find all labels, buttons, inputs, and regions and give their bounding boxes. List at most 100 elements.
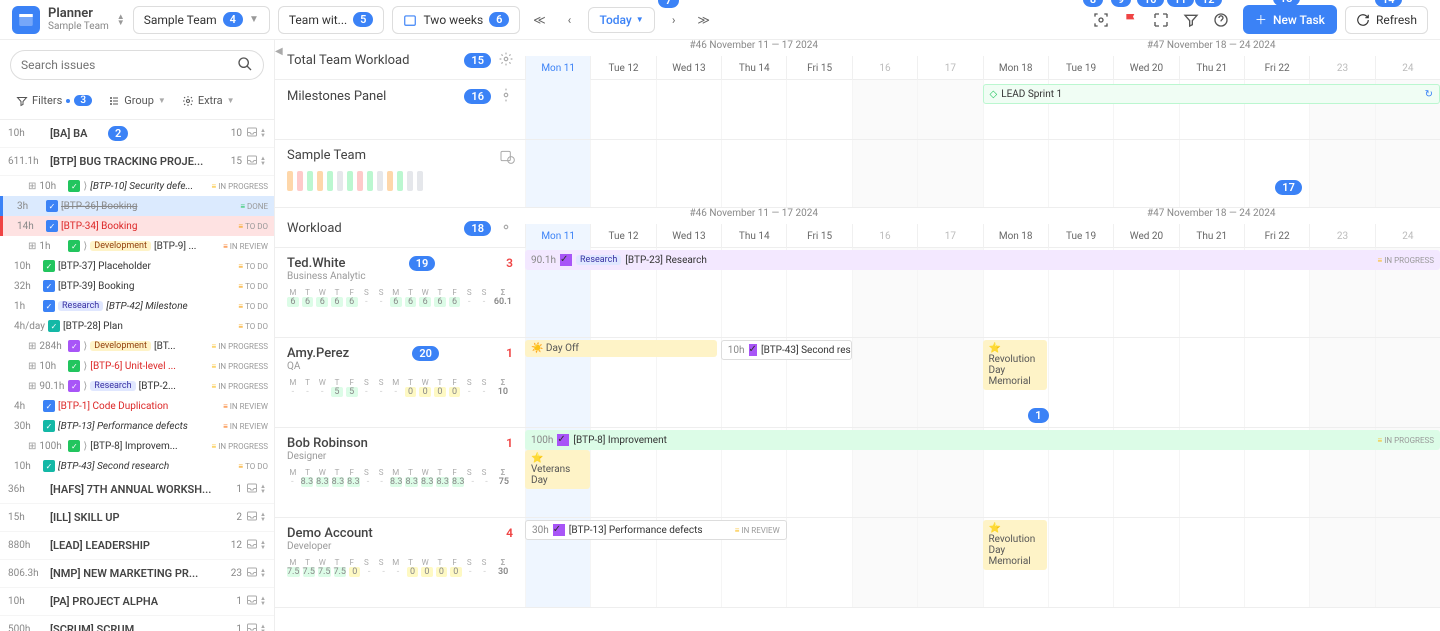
today-button[interactable]: Today ▼ bbox=[588, 7, 654, 33]
calendar-config-icon[interactable] bbox=[499, 148, 515, 167]
date-cell[interactable]: Wed 20 bbox=[1113, 224, 1178, 248]
date-cell[interactable]: 24 bbox=[1375, 56, 1440, 80]
gear-icon[interactable] bbox=[499, 88, 513, 105]
date-cell[interactable]: Tue 19 bbox=[1048, 56, 1113, 80]
nav-last[interactable]: ≫ bbox=[693, 9, 715, 31]
sort-icon[interactable]: ▲▼ bbox=[260, 597, 266, 605]
issue-item[interactable]: ⊞ 284h ✓ ⟩ Development [BT... ≡IN PROGRE… bbox=[0, 336, 274, 356]
date-cell[interactable]: 16 bbox=[852, 224, 917, 248]
nav-next[interactable]: › bbox=[663, 9, 685, 31]
date-cell[interactable]: Mon 11 bbox=[525, 56, 590, 80]
date-cell[interactable]: Tue 12 bbox=[590, 224, 655, 248]
issue-item[interactable]: ⊞ 10h ✓ ⟩ [BTP-6] Unit-level ... ≡IN PRO… bbox=[0, 356, 274, 376]
issue-item[interactable]: ⊞ 10h ✓ ⟩ [BTP-10] Security defe... ≡IN … bbox=[0, 176, 274, 196]
nav-first[interactable]: ≪ bbox=[528, 9, 550, 31]
date-cell[interactable]: Fri 15 bbox=[786, 224, 851, 248]
date-cell[interactable]: Thu 14 bbox=[721, 224, 786, 248]
sort-icon[interactable]: ▲▼ bbox=[260, 129, 266, 137]
calendar-event[interactable]: ⭐ Revolution Day Memorial bbox=[983, 520, 1048, 570]
milestone-bar[interactable]: ◇ LEAD Sprint 1 ↻ bbox=[983, 84, 1440, 104]
person-name[interactable]: Ted.White 19 bbox=[287, 256, 506, 271]
task-bar[interactable]: 30h ✓ [BTP-13] Performance defects ≡IN R… bbox=[525, 520, 787, 540]
calendar-event[interactable]: ⭐ Revolution Day Memorial bbox=[983, 340, 1048, 390]
calendar-event[interactable]: ⭐ Veterans Day bbox=[525, 450, 590, 489]
inbox-icon[interactable] bbox=[246, 594, 258, 609]
date-cell[interactable]: 17 bbox=[917, 224, 982, 248]
date-cell[interactable]: Thu 14 bbox=[721, 56, 786, 80]
project-item[interactable]: 500h [SCRUM] SCRUM 1 ▲▼ bbox=[0, 616, 274, 631]
app-switcher[interactable]: ▲▼ bbox=[117, 14, 125, 25]
sort-icon[interactable]: ▲▼ bbox=[260, 513, 266, 521]
calendar-event[interactable]: ☀️ Day Off bbox=[525, 340, 717, 357]
project-item[interactable]: 10h [BA] BA 10 ▲▼ 2 bbox=[0, 120, 274, 148]
issue-item[interactable]: 10h ✓ [BTP-43] Second research ≡TO DO bbox=[0, 456, 274, 476]
task-bar[interactable]: 10h ✓ [BTP-43] Second research ≡TO DO bbox=[721, 340, 852, 360]
project-item[interactable]: 806.3h [NMP] NEW MARKETING PR... 23 ▲▼ bbox=[0, 560, 274, 588]
date-cell[interactable]: Mon 11 bbox=[525, 224, 590, 248]
inbox-icon[interactable] bbox=[246, 622, 258, 631]
task-bar[interactable]: 100h ✓ [BTP-8] Improvement ≡IN PROGRESS bbox=[525, 430, 1440, 450]
sort-icon[interactable]: ▲▼ bbox=[260, 625, 266, 631]
project-item[interactable]: 611.1h [BTP] BUG TRACKING PROJE... 15 ▲▼ bbox=[0, 148, 274, 176]
project-item[interactable]: 36h [HAFS] 7TH ANNUAL WORKSH... 1 ▲▼ bbox=[0, 476, 274, 504]
date-cell[interactable]: 23 bbox=[1309, 56, 1374, 80]
issue-item[interactable]: ⊞ 90.1h ✓ ⟩ Research [BTP-2... ≡IN PROGR… bbox=[0, 376, 274, 396]
issue-item[interactable]: 4h/day ✓ [BTP-28] Plan ≡TO DO bbox=[0, 316, 274, 336]
issue-item[interactable]: 4h ✓ [BTP-1] Code Duplication ≡IN REVIEW bbox=[0, 396, 274, 416]
collapse-sidebar-handle[interactable]: ◀ bbox=[275, 46, 283, 57]
search-input[interactable] bbox=[21, 58, 237, 72]
date-cell[interactable]: Fri 15 bbox=[786, 56, 851, 80]
issue-item[interactable]: 3h ✓ [BTP-36] Booking ≡DONE bbox=[0, 196, 274, 216]
person-name[interactable]: Amy.Perez 20 bbox=[287, 346, 506, 361]
issue-item[interactable]: ⊞ 1h ✓ ⟩ Development [BTP-9] ... ≡IN REV… bbox=[0, 236, 274, 256]
project-item[interactable]: 15h [ILL] SKILL UP 2 ▲▼ bbox=[0, 504, 274, 532]
date-cell[interactable]: 16 bbox=[852, 56, 917, 80]
issue-item[interactable]: 32h ✓ [BTP-39] Booking ≡TO DO bbox=[0, 276, 274, 296]
nav-prev[interactable]: ‹ bbox=[558, 9, 580, 31]
date-cell[interactable]: Mon 18 bbox=[983, 224, 1048, 248]
group-chip[interactable]: Group ▼ bbox=[102, 90, 172, 111]
team-with-select[interactable]: Team wit... 5 bbox=[278, 6, 385, 34]
issue-item[interactable]: 30h ✓ [BTP-13] Performance defects ≡IN R… bbox=[0, 416, 274, 436]
inbox-icon[interactable] bbox=[246, 482, 258, 497]
issue-item[interactable]: 14h ✓ [BTP-34] Booking ≡TO DO bbox=[0, 216, 274, 236]
date-cell[interactable]: Thu 21 bbox=[1179, 56, 1244, 80]
person-name[interactable]: Bob Robinson bbox=[287, 436, 506, 451]
extra-chip[interactable]: Extra ▼ bbox=[176, 90, 241, 111]
scan-icon[interactable] bbox=[1087, 6, 1115, 34]
help-icon[interactable] bbox=[1207, 6, 1235, 34]
inbox-icon[interactable] bbox=[246, 566, 258, 581]
refresh-button[interactable]: Refresh bbox=[1345, 6, 1428, 34]
filter-icon[interactable] bbox=[1177, 6, 1205, 34]
project-item[interactable]: 880h [LEAD] LEADERSHIP 12 ▲▼ bbox=[0, 532, 274, 560]
date-cell[interactable]: Tue 12 bbox=[590, 56, 655, 80]
search-box[interactable] bbox=[10, 50, 264, 80]
date-cell[interactable]: Tue 19 bbox=[1048, 224, 1113, 248]
date-cell[interactable]: Wed 13 bbox=[656, 224, 721, 248]
sort-icon[interactable]: ▲▼ bbox=[260, 541, 266, 549]
issue-item[interactable]: 1h ✓ Research [BTP-42] Milestone ≡TO DO bbox=[0, 296, 274, 316]
task-bar[interactable]: 90.1h ✓ Research [BTP-23] Research ≡IN P… bbox=[525, 250, 1440, 270]
person-name[interactable]: Demo Account bbox=[287, 526, 506, 541]
sort-icon[interactable]: ▲▼ bbox=[260, 569, 266, 577]
inbox-icon[interactable] bbox=[246, 538, 258, 553]
date-cell[interactable]: Wed 20 bbox=[1113, 56, 1178, 80]
date-cell[interactable]: Wed 13 bbox=[656, 56, 721, 80]
issue-list[interactable]: 10h [BA] BA 10 ▲▼ 2 611.1h [BTP] BUG TRA… bbox=[0, 120, 274, 631]
filters-chip[interactable]: Filters 3 bbox=[10, 90, 98, 111]
date-cell[interactable]: Fri 22 bbox=[1244, 224, 1309, 248]
range-select[interactable]: Two weeks 6 bbox=[392, 6, 520, 34]
date-cell[interactable]: Fri 22 bbox=[1244, 56, 1309, 80]
date-cell[interactable]: 17 bbox=[917, 56, 982, 80]
date-cell[interactable]: Mon 18 bbox=[983, 56, 1048, 80]
team-select[interactable]: Sample Team 4 ▼ bbox=[133, 6, 270, 34]
inbox-icon[interactable] bbox=[246, 154, 258, 169]
project-item[interactable]: 10h [PA] PROJECT ALPHA 1 ▲▼ bbox=[0, 588, 274, 616]
issue-item[interactable]: 10h ✓ [BTP-37] Placeholder ≡TO DO bbox=[0, 256, 274, 276]
sort-icon[interactable]: ▲▼ bbox=[260, 157, 266, 165]
refresh-icon[interactable]: ↻ bbox=[1425, 89, 1433, 100]
inbox-icon[interactable] bbox=[246, 126, 258, 141]
sort-icon[interactable]: ▲▼ bbox=[260, 485, 266, 493]
date-cell[interactable]: Thu 21 bbox=[1179, 224, 1244, 248]
flag-icon[interactable] bbox=[1117, 6, 1145, 34]
